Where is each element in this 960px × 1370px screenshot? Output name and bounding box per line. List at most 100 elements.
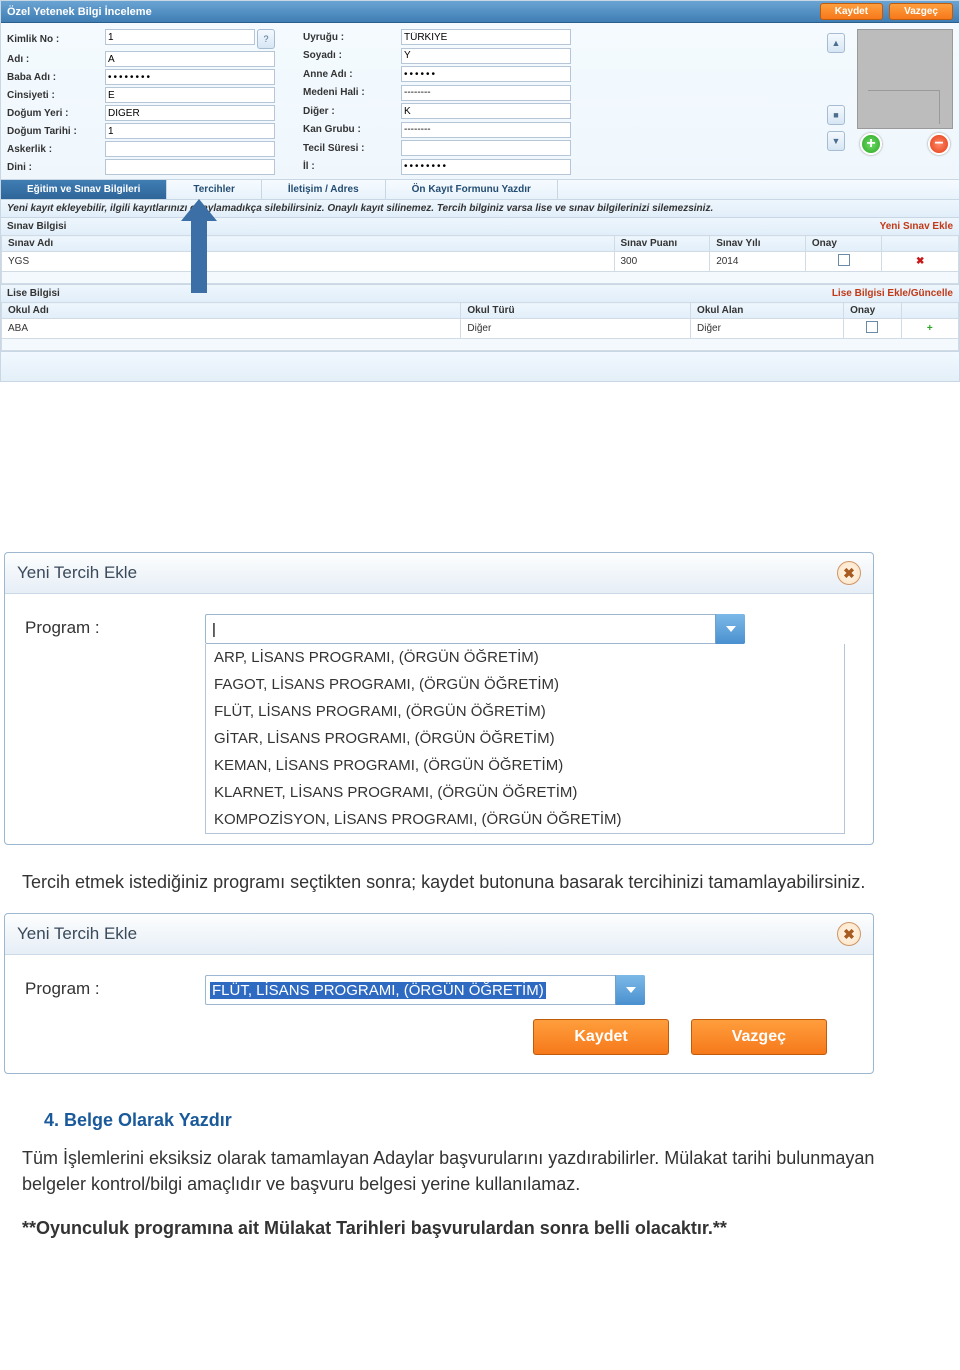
combobox2-toggle-button[interactable] [615, 975, 645, 1005]
uyrugu-label: Uyruğu : [303, 32, 395, 43]
sinav-title: Sınav Bilgisi [7, 221, 66, 232]
scroll-up-icon[interactable]: ▲ [827, 33, 845, 53]
il-label: İl : [303, 161, 395, 172]
sinav-col-yil: Sınav Yılı [710, 236, 806, 252]
tecil-suresi-input[interactable] [401, 140, 571, 156]
yeni-tercih-dialog-selected: Yeni Tercih Ekle ✖ Program : FLÜT, LİSAN… [4, 913, 874, 1074]
selected-program-value: FLÜT, LİSANS PROGRAMI, (ÖRGÜN ÖĞRETİM) [210, 982, 546, 999]
sinav-col-puan: Sınav Puanı [614, 236, 710, 252]
sinav-row[interactable]: YGS 300 2014 ✖ [2, 252, 959, 272]
lise-row-okul: ABA [2, 319, 461, 339]
lise-col-onay: Onay [844, 303, 901, 319]
dogum-tarihi-label: Doğum Tarihi : [7, 126, 99, 137]
sinav-col-act [882, 236, 959, 252]
tab-egitim-sinav[interactable]: Eğitim ve Sınav Bilgileri [1, 180, 167, 199]
dialog-cancel-button[interactable]: Vazgeç [691, 1019, 827, 1055]
sinav-row-puan: 300 [614, 252, 710, 272]
yeni-tercih-dialog-open: Yeni Tercih Ekle ✖ Program : ARP, LİSANS… [4, 552, 874, 845]
dini-input[interactable] [105, 159, 275, 175]
program-option[interactable]: FAGOT, LİSANS PROGRAMI, (ÖRGÜN ÖĞRETİM) [206, 671, 844, 698]
dogum-yeri-label: Doğum Yeri : [7, 108, 99, 119]
tab-on-kayit-yazdir[interactable]: Ön Kayıt Formunu Yazdır [386, 180, 558, 199]
lise-col-act [901, 303, 958, 319]
remove-photo-button[interactable]: − [928, 133, 950, 155]
tab-tercihler[interactable]: Tercihler [167, 180, 262, 199]
scroll-mid-icon[interactable]: ■ [827, 105, 845, 125]
save-button[interactable]: Kaydet [820, 3, 883, 20]
combobox-toggle-button[interactable] [715, 614, 745, 644]
baba-adi-input[interactable] [105, 69, 275, 85]
sinav-row-ad: YGS [2, 252, 615, 272]
lise-row-add-icon[interactable]: + [927, 323, 933, 334]
tecil-suresi-label: Tecil Süresi : [303, 143, 395, 154]
kan-grubu-label: Kan Grubu : [303, 124, 395, 135]
dogum-yeri-input[interactable] [105, 105, 275, 121]
adi-label: Adı : [7, 54, 99, 65]
program-option[interactable]: FLÜT, LİSANS PROGRAMI, (ÖRGÜN ÖĞRETİM) [206, 698, 844, 725]
add-lise-link[interactable]: Lise Bilgisi Ekle/Güncelle [832, 288, 953, 299]
lise-col-alan: Okul Alan [691, 303, 844, 319]
sinav-row-yil: 2014 [710, 252, 806, 272]
adi-input[interactable] [105, 51, 275, 67]
kimlik-help-icon[interactable]: ? [257, 29, 275, 49]
sinav-row-delete-icon[interactable]: ✖ [916, 256, 924, 267]
add-sinav-link[interactable]: Yeni Sınav Ekle [880, 221, 953, 232]
program-combobox-input[interactable] [205, 614, 745, 644]
section-heading-belge-yazdir: 4. Belge Olarak Yazdır [44, 1110, 938, 1131]
photo-placeholder [857, 29, 953, 129]
cancel-button[interactable]: Vazgeç [889, 3, 953, 20]
lise-section-head: Lise Bilgisi Lise Bilgisi Ekle/Güncelle [1, 284, 959, 302]
program-option[interactable]: KEMAN, LİSANS PROGRAMI, (ÖRGÜN ÖĞRETİM) [206, 752, 844, 779]
sinav-row-onay-checkbox[interactable] [838, 254, 850, 266]
tab-iletisim-adres[interactable]: İletişim / Adres [262, 180, 386, 199]
identity-right-column: Uyruğu : Soyadı : Anne Adı : Medeni Hali… [303, 29, 571, 175]
lise-col-okul: Okul Adı [2, 303, 461, 319]
lise-title: Lise Bilgisi [7, 288, 60, 299]
lise-row[interactable]: ABA Diğer Diğer + [2, 319, 959, 339]
identity-form: Kimlik No : ? Adı : Baba Adı : Cinsiyeti… [1, 23, 959, 179]
program-option[interactable]: GİTAR, LİSANS PROGRAMI, (ÖRGÜN ÖĞRETİM) [206, 725, 844, 752]
sinav-col-onay: Onay [805, 236, 882, 252]
program-dropdown-list[interactable]: ARP, LİSANS PROGRAMI, (ÖRGÜN ÖĞRETİM)FAG… [205, 644, 845, 834]
askerlik-input[interactable] [105, 141, 275, 157]
spinner-controls: ▲ ■ ▼ [827, 29, 849, 175]
lise-row-onay-checkbox[interactable] [866, 321, 878, 333]
diger-input[interactable] [401, 103, 571, 119]
caret-down-icon [726, 626, 736, 632]
cinsiyeti-input[interactable] [105, 87, 275, 103]
sinav-col-ad: Sınav Adı [2, 236, 615, 252]
program-option[interactable]: KLARNET, LİSANS PROGRAMI, (ÖRGÜN ÖĞRETİM… [206, 779, 844, 806]
tabs-row: Eğitim ve Sınav Bilgileri Tercihler İlet… [1, 179, 959, 199]
lise-table: Okul Adı Okul Türü Okul Alan Onay ABA Di… [1, 302, 959, 351]
dialog2-close-button[interactable]: ✖ [837, 922, 861, 946]
dogum-tarihi-input[interactable] [105, 123, 275, 139]
special-talent-panel: Özel Yetenek Bilgi İnceleme Kaydet Vazge… [0, 0, 960, 382]
soyadi-label: Soyadı : [303, 50, 395, 61]
dialog-save-button[interactable]: Kaydet [533, 1019, 668, 1055]
uyrugu-input[interactable] [401, 29, 571, 45]
program-option[interactable]: KOMPOZİSYON, LİSANS PROGRAMI, (ÖRGÜN ÖĞR… [206, 806, 844, 833]
add-photo-button[interactable]: + [860, 133, 882, 155]
medeni-hali-label: Medeni Hali : [303, 87, 395, 98]
medeni-hali-input[interactable] [401, 85, 571, 101]
kimlik-no-label: Kimlik No : [7, 34, 99, 45]
il-input[interactable] [401, 159, 571, 175]
dialog-close-button[interactable]: ✖ [837, 561, 861, 585]
kimlik-no-input[interactable] [105, 29, 255, 45]
dialog2-title: Yeni Tercih Ekle [17, 924, 137, 944]
scroll-down-icon[interactable]: ▼ [827, 131, 845, 151]
instruction-paragraph-3: **Oyunculuk programına ait Mülakat Tarih… [22, 1215, 938, 1241]
info-strip: Yeni kayıt ekleyebilir, ilgili kayıtları… [1, 199, 959, 217]
kan-grubu-input[interactable] [401, 122, 571, 138]
sinav-table: Sınav Adı Sınav Puanı Sınav Yılı Onay YG… [1, 235, 959, 284]
program-option[interactable]: ARP, LİSANS PROGRAMI, (ÖRGÜN ÖĞRETİM) [206, 644, 844, 671]
program2-combobox-display[interactable]: FLÜT, LİSANS PROGRAMI, (ÖRGÜN ÖĞRETİM) [205, 975, 645, 1005]
dini-label: Dini : [7, 162, 99, 173]
baba-adi-label: Baba Adı : [7, 72, 99, 83]
anne-adi-input[interactable] [401, 66, 571, 82]
instruction-paragraph-2: Tüm İşlemlerini eksiksiz olarak tamamlay… [22, 1145, 938, 1197]
soyadi-input[interactable] [401, 48, 571, 64]
identity-left-column: Kimlik No : ? Adı : Baba Adı : Cinsiyeti… [7, 29, 275, 175]
instruction-paragraph-1: Tercih etmek istediğiniz programı seçtik… [22, 869, 938, 895]
panel-title: Özel Yetenek Bilgi İnceleme [7, 6, 152, 18]
